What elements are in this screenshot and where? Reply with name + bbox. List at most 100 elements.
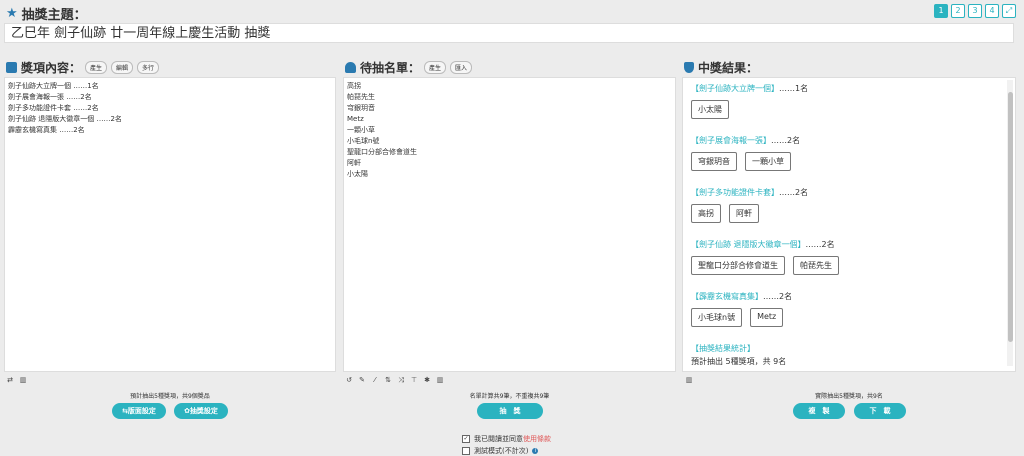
list-item: Metz	[347, 115, 364, 123]
pen-icon[interactable]: ✎	[358, 376, 366, 384]
candidates-header: 待抽名單： 產生 匯入	[345, 59, 473, 75]
prize-name: 【劍子展會海報一張】	[691, 136, 771, 145]
prizes-generate-button[interactable]: 產生	[85, 60, 108, 74]
trash-icon[interactable]: ▥	[436, 376, 444, 384]
agree-row: ✓ 我已閱讀並同意 使用條款	[462, 434, 551, 444]
list-item: 小太陽	[347, 170, 368, 178]
trophy-icon	[684, 61, 694, 73]
prize-name: 【劍子仙跡大立牌一個】	[691, 84, 779, 93]
sort-icon[interactable]: ⇅	[384, 376, 392, 384]
winner-chip: 高拐	[691, 204, 721, 223]
candidates-list: 高拐 帕琵先生 穹銀玥音 Metz 一顆小草 小毛球n號 聖龍口分部合修會道生 阿軒 小太陽	[344, 78, 675, 183]
candidates-caption: 名單計算共9筆，不重複共9筆	[469, 393, 550, 400]
winner-chips: 穹銀玥音 一顆小草	[691, 152, 1007, 171]
results-caption: 實際抽出5種獎項，共9名	[815, 393, 883, 400]
list-item: 一顆小草	[347, 126, 375, 134]
candidates-toolbar: ↺ ✎ ⁄ ⇅ ⤨ ⊤ ✱ ▥	[345, 376, 444, 384]
result-group-title: 【霹靂玄機寫真集】……2名	[691, 291, 1007, 302]
results-title: 中獎結果：	[698, 60, 759, 75]
info-icon[interactable]: i	[532, 448, 539, 454]
list-item: 小毛球n號	[347, 137, 380, 145]
scrollbar-thumb[interactable]	[1008, 92, 1013, 342]
prize-count: ……2名	[771, 136, 801, 145]
prizes-edit-button[interactable]: 編輯	[111, 60, 134, 74]
copy-button[interactable]: 複 製	[793, 403, 845, 419]
winner-chip: 一顆小草	[745, 152, 791, 171]
results-toolbar: ▥	[685, 376, 693, 384]
candidates-generate-button[interactable]: 產生	[424, 60, 447, 74]
page-3-button[interactable]: 3	[968, 4, 982, 18]
stats-title: 【抽獎結果統計】	[691, 343, 1007, 354]
draw-settings-button[interactable]: ✿抽獎設定	[174, 403, 228, 419]
winner-chip: 小太陽	[691, 100, 729, 119]
list-item: 穹銀玥音	[347, 104, 375, 112]
undo-icon[interactable]: ↺	[345, 376, 353, 384]
candidates-title: 待抽名單：	[360, 60, 421, 75]
page-4-button[interactable]: 4	[985, 4, 999, 18]
winner-chips: 小太陽	[691, 100, 1007, 119]
asterisk-icon[interactable]: ✱	[423, 376, 431, 384]
candidates-textarea[interactable]: 高拐 帕琵先生 穹銀玥音 Metz 一顆小草 小毛球n號 聖龍口分部合修會道生 阿軒 小太陽	[343, 77, 676, 372]
list-item: 劍子展會海報一張 ……2名	[8, 93, 92, 101]
list-item: 高拐	[347, 82, 361, 90]
winner-chip: 小毛球n號	[691, 308, 743, 327]
prize-count: ……2名	[763, 292, 793, 301]
list-item: 劍子多功能證件卡套 ……2名	[8, 104, 99, 112]
winner-chip: 穹銀玥音	[691, 152, 737, 171]
prizes-textarea[interactable]: 劍子仙跡大立牌一個 ……1名 劍子展會海報一張 ……2名 劍子多功能證件卡套 ……2…	[4, 77, 336, 372]
prizes-multiline-button[interactable]: 多行	[137, 60, 160, 74]
list-item: 阿軒	[347, 159, 361, 167]
page-switcher: 1 2 3 4 ⤢	[934, 4, 1016, 18]
agree-text: 我已閱讀並同意	[474, 435, 523, 443]
prizes-toolbar: ⇄ ▥	[6, 376, 27, 384]
trash-icon[interactable]: ▥	[685, 376, 693, 384]
prizes-header: 獎項內容： 產生 編輯 多行	[6, 59, 160, 75]
stats-text: 預計抽出 5種獎項，共 9名	[691, 357, 787, 366]
trash-icon[interactable]: ▥	[19, 376, 27, 384]
result-group-title: 【劍子仙跡 退隱版大徽章一個】……2名	[691, 239, 1007, 250]
terms-link[interactable]: 使用條款	[523, 434, 551, 444]
download-button[interactable]: 下 載	[854, 403, 906, 419]
test-mode-row: 測試模式(不計次) i	[462, 446, 539, 456]
result-group-title: 【劍子多功能證件卡套】……2名	[691, 187, 1007, 198]
winner-chips: 聖龍口分部合修會道生 帕琵先生	[691, 256, 1007, 275]
topic-label: 抽獎主題：	[21, 7, 87, 23]
filter-icon[interactable]: ⊤	[410, 376, 418, 384]
shuffle-icon[interactable]: ⤨	[397, 376, 405, 384]
results-list: 【劍子仙跡大立牌一個】……1名 小太陽 【劍子展會海報一張】……2名 穹銀玥音一…	[683, 78, 1015, 371]
prizes-list: 劍子仙跡大立牌一個 ……1名 劍子展會海報一張 ……2名 劍子多功能證件卡套 ……2…	[5, 78, 335, 139]
draw-button[interactable]: 抽 獎	[477, 403, 543, 419]
prize-name: 【劍子仙跡 退隱版大徽章一個】	[691, 240, 806, 249]
winner-chip: 聖龍口分部合修會道生	[691, 256, 785, 275]
test-mode-label: 測試模式(不計次)	[474, 447, 529, 455]
topic-header: ★ 抽獎主題：	[6, 4, 87, 23]
result-group-title: 【劍子仙跡大立牌一個】……1名	[691, 83, 1007, 94]
expand-icon[interactable]: ⤢	[1002, 4, 1016, 18]
winner-chip: Metz	[750, 308, 784, 327]
prizes-caption: 預計抽出5種獎項，共9個獎品	[130, 393, 210, 400]
candidates-import-button[interactable]: 匯入	[450, 60, 473, 74]
prize-count: ……1名	[779, 84, 809, 93]
prizes-title: 獎項內容：	[21, 60, 82, 75]
swap-icon[interactable]: ⇄	[6, 376, 14, 384]
topic-input[interactable]: 乙巳年 劍子仙跡 廿一周年線上慶生活動 抽獎	[4, 23, 1014, 43]
layout-settings-button[interactable]: ⇆版面設定	[112, 403, 166, 419]
stats-heading: 【抽獎結果統計】	[691, 344, 755, 353]
gift-icon	[6, 61, 17, 73]
star-icon: ★	[6, 5, 18, 21]
winner-chip: 帕琵先生	[793, 256, 839, 275]
page-2-button[interactable]: 2	[951, 4, 965, 18]
test-mode-checkbox[interactable]	[462, 447, 470, 455]
list-item: 劍子仙跡 退隱版大徽章一個 ……2名	[8, 115, 122, 123]
agree-checkbox[interactable]: ✓	[462, 435, 470, 443]
list-item: 帕琵先生	[347, 93, 375, 101]
page-1-button[interactable]: 1	[934, 4, 948, 18]
user-icon	[345, 61, 356, 73]
results-header: 中獎結果：	[684, 59, 758, 75]
prize-name: 【霹靂玄機寫真集】	[691, 292, 763, 301]
prize-count: ……2名	[805, 240, 835, 249]
list-item: 霹靂玄機寫真集 ……2名	[8, 126, 85, 134]
winner-chip: 阿軒	[729, 204, 759, 223]
prize-count: ……2名	[779, 188, 809, 197]
brush-icon[interactable]: ⁄	[371, 376, 379, 384]
